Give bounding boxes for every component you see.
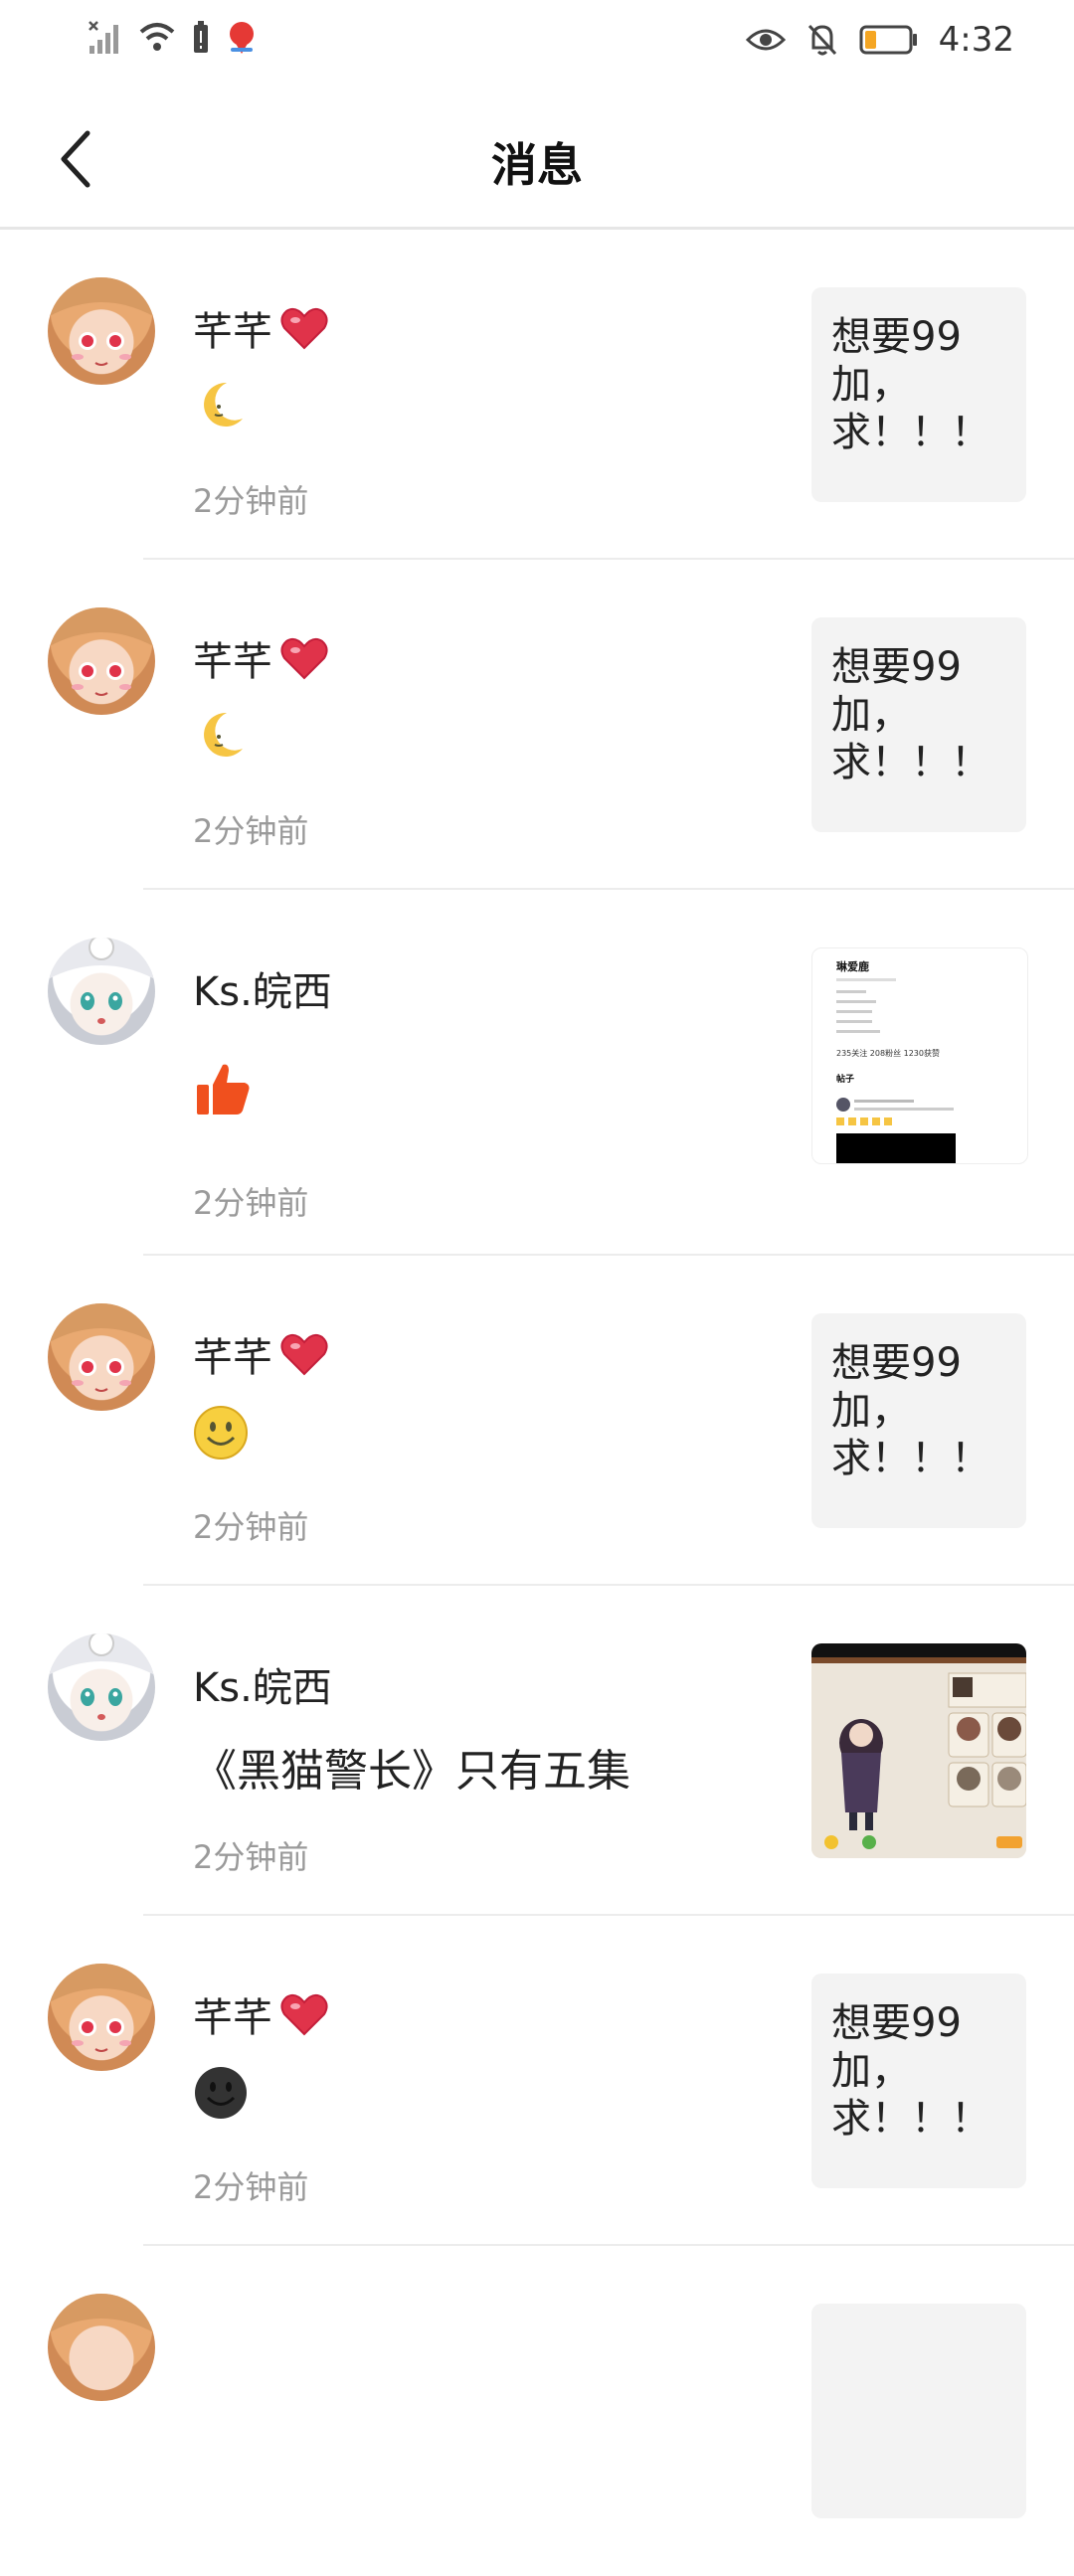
profile-line [836,1000,876,1003]
heart-icon [280,1993,328,2036]
message-content-text: 《黑猫警长》只有五集 [193,1746,630,1797]
message-content: 《黑猫警长》只有五集 [193,1735,630,1799]
message-item[interactable]: 芊芊 2分钟前 想要99加，求！！！ [0,560,1074,890]
sender-name: Ks.皖西 [193,1655,332,1713]
profile-line [836,1010,872,1013]
heart-icon [280,637,328,680]
post-thumbnail[interactable]: 琳爱鹿 235关注 208粉丝 1230获赞 帖子 [811,947,1028,1164]
sender-name: Ks.皖西 [193,959,332,1017]
post-thumbnail-text: 想要99加，求！！！ [831,2000,990,2142]
sender-name: 芊芊 [193,299,328,357]
heart-icon [280,1333,328,1376]
sender-name-text: Ks.皖西 [193,969,332,1015]
page-title: 消息 [491,138,583,192]
message-time: 2分钟前 [193,1838,309,1876]
sender-name: 芊芊 [193,1325,328,1383]
wifi-icon [139,23,175,51]
avatar[interactable] [48,1633,155,1741]
avatar[interactable] [48,277,155,385]
crescent-moon-emoji-icon [204,382,243,427]
signal-icon [89,21,118,54]
location-app-icon [230,22,254,54]
post-thumbnail[interactable] [811,1643,1026,1858]
post-thumbnail-text: 想要99加，求！！！ [831,1340,990,1481]
dark-smiley-emoji-icon [195,2067,247,2119]
anime-girl-avatar-icon [48,1964,155,2052]
message-time: 2分钟前 [193,812,309,850]
profile-avatar [836,1098,850,1112]
post-thumbnail[interactable] [811,2304,1026,2518]
game-screenshot-thumbnail [811,1643,1026,1858]
profile-tab: 帖子 [836,1075,855,1085]
message-item[interactable]: Ks.皖西 2分钟前 琳爱鹿 235关注 208粉丝 1230获赞 帖子 [0,890,1074,1256]
header-bar: 消息 [0,89,1074,230]
anime-girl-avatar-icon [48,2294,155,2333]
avatar[interactable] [48,2294,155,2401]
crescent-moon-emoji-icon [204,712,243,757]
sender-name-text: 芊芊 [193,1335,272,1381]
avatar[interactable] [48,1303,155,1411]
message-time: 2分钟前 [193,1508,309,1546]
profile-title: 琳爱鹿 [836,960,869,973]
battery-alert-icon [194,21,208,53]
message-time: 2分钟前 [193,482,309,520]
post-thumbnail-text: 想要99加，求！！！ [831,314,990,455]
profile-screenshot-thumbnail: 琳爱鹿 235关注 208粉丝 1230获赞 帖子 [822,948,1017,1163]
message-content [193,2065,249,2132]
profile-line [854,1100,914,1103]
message-list[interactable]: 芊芊 2分钟前 想要99加，求！！！ 芊芊 2分钟前 想要99加，求！！！ Ks… [0,230,1074,2576]
sender-name-text: 芊芊 [193,1995,272,2041]
message-content [193,709,247,773]
emoji-row [836,1117,896,1125]
status-icons-right: 4:32 [745,20,1014,60]
message-item[interactable]: 芊芊 2分钟前 想要99加，求！！！ [0,1916,1074,2246]
post-thumbnail[interactable]: 想要99加，求！！！ [811,1974,1026,2188]
message-item[interactable]: Ks.皖西 《黑猫警长》只有五集 2分钟前 [0,1586,1074,1916]
anime-girl-avatar-icon [48,938,155,1024]
anime-girl-avatar-icon [48,1633,155,1720]
sender-name-text: Ks.皖西 [193,1665,332,1711]
message-content [193,1059,253,1129]
post-thumbnail[interactable]: 想要99加，求！！！ [811,617,1026,832]
sender-name-text: 芊芊 [193,309,272,355]
status-icons-left [88,20,259,56]
profile-line [836,978,896,981]
message-item[interactable]: 芊芊 2分钟前 想要99加，求！！！ [0,1256,1074,1586]
profile-line [836,990,866,993]
status-bar: 4:32 [0,0,1074,89]
post-thumbnail-text: 想要99加，求！！！ [831,644,990,785]
profile-black-bar [836,1133,956,1163]
message-item[interactable] [0,2246,1074,2576]
anime-girl-avatar-icon [48,277,155,366]
smiley-emoji-icon [194,1406,248,1460]
avatar[interactable] [48,607,155,715]
anime-girl-avatar-icon [48,607,155,696]
post-thumbnail[interactable]: 想要99加，求！！！ [811,287,1026,502]
battery-icon [859,25,917,55]
thumbs-up-icon [197,1064,250,1115]
avatar[interactable] [48,938,155,1045]
message-content [193,379,247,443]
sender-name: 芊芊 [193,629,328,687]
post-thumbnail[interactable]: 想要99加，求！！！ [811,1313,1026,1528]
profile-stats: 235关注 208粉丝 1230获赞 [836,1049,940,1058]
status-time: 4:32 [938,20,1014,60]
bell-off-icon [807,24,836,56]
profile-line [854,1108,954,1111]
sender-name-text: 芊芊 [193,639,272,685]
anime-girl-avatar-icon [48,1303,155,1392]
message-time: 2分钟前 [193,1184,309,1222]
avatar[interactable] [48,1964,155,2071]
profile-line [836,1030,880,1033]
eye-icon [745,29,786,51]
sender-name: 芊芊 [193,1985,328,2043]
message-time: 2分钟前 [193,2168,309,2206]
message-item[interactable]: 芊芊 2分钟前 想要99加，求！！！ [0,230,1074,560]
heart-icon [280,307,328,350]
profile-line [836,1020,872,1023]
message-content [193,1405,249,1471]
